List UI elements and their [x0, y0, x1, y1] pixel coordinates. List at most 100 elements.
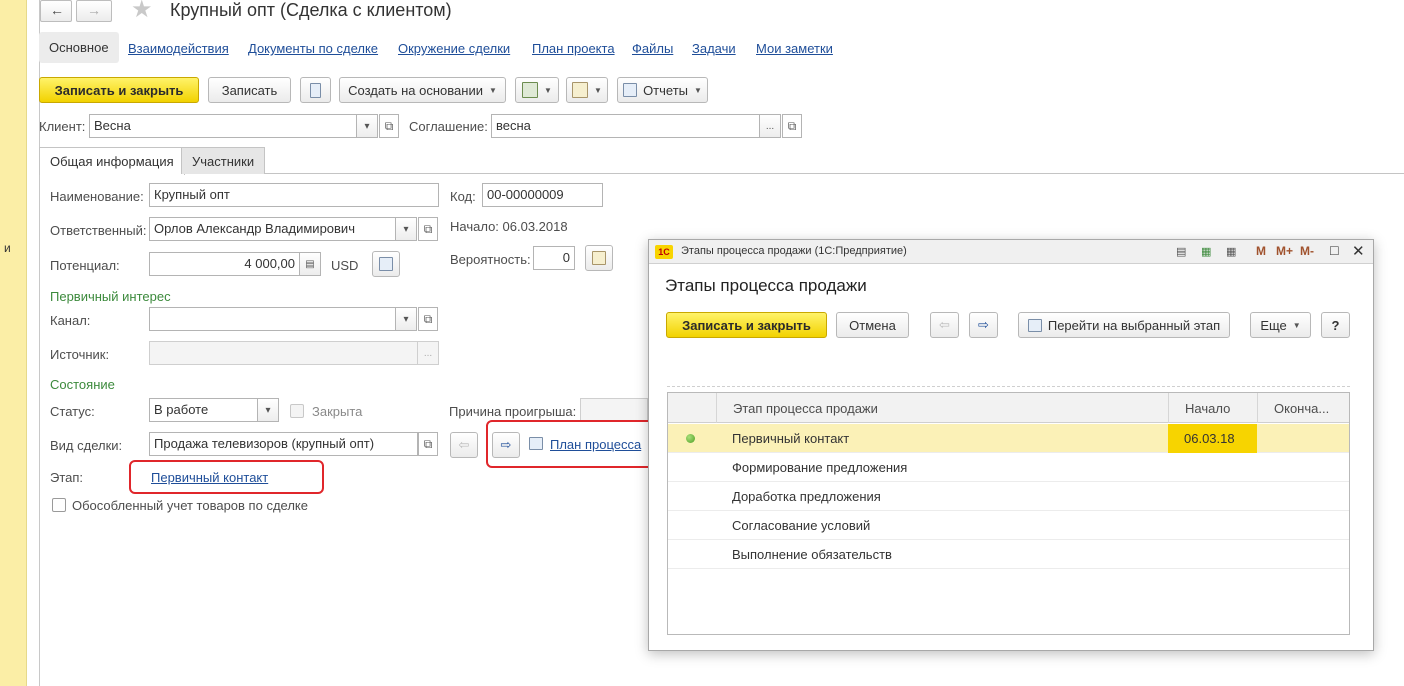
- agreement-open-button[interactable]: ⧉: [782, 114, 802, 138]
- tab-general-info[interactable]: Общая информация: [39, 147, 185, 175]
- memory-minus-icon[interactable]: M-: [1300, 244, 1314, 258]
- previous-stage-button[interactable]: ⇦: [450, 432, 478, 458]
- separate-accounting-checkbox[interactable]: [52, 498, 66, 512]
- channel-field[interactable]: [149, 307, 397, 331]
- table-row[interactable]: Согласование условий: [668, 511, 1349, 540]
- users-icon: [522, 82, 539, 98]
- stage-name: Формирование предложения: [732, 460, 908, 475]
- users-menu-button[interactable]: ▼: [515, 77, 559, 103]
- print-icon[interactable]: ▤: [1176, 245, 1186, 258]
- closed-checkbox[interactable]: [290, 404, 304, 418]
- nav-tab-my-notes[interactable]: Мои заметки: [756, 41, 833, 56]
- nav-tab-tasks[interactable]: Задачи: [692, 41, 736, 56]
- spreadsheet-icon[interactable]: ▦: [1201, 245, 1211, 258]
- dialog-next-button[interactable]: ⇨: [969, 312, 998, 338]
- chevron-down-icon: ▼: [544, 85, 552, 95]
- loss-reason-field[interactable]: [580, 398, 648, 422]
- maximize-icon[interactable]: ☐: [1329, 244, 1340, 258]
- stage-name: Согласование условий: [732, 518, 871, 533]
- help-button[interactable]: ?: [1321, 312, 1350, 338]
- highlight-process-plan: [486, 420, 656, 468]
- responsible-open-button[interactable]: ⧉: [418, 217, 438, 241]
- status-field[interactable]: В работе: [149, 398, 259, 422]
- channel-label: Канал:: [50, 313, 91, 328]
- nav-tab-project-plan[interactable]: План проекта: [532, 41, 615, 56]
- chevron-down-icon: ▼: [694, 85, 702, 95]
- potential-details-button[interactable]: [372, 251, 400, 277]
- document-icon: [310, 82, 321, 98]
- nav-tab-main[interactable]: Основное: [39, 32, 119, 63]
- agreement-select-button[interactable]: ...: [759, 114, 781, 138]
- goto-selected-stage-button[interactable]: Перейти на выбранный этап: [1018, 312, 1230, 338]
- chevron-down-icon: ▾: [265, 404, 271, 416]
- source-select-button[interactable]: ...: [417, 341, 439, 365]
- status-dropdown-button[interactable]: ▾: [257, 398, 279, 422]
- close-icon[interactable]: ✕: [1352, 242, 1365, 260]
- column-header-end[interactable]: Оконча...: [1257, 393, 1349, 423]
- responsible-field[interactable]: Орлов Александр Владимирович: [149, 217, 397, 241]
- channel-open-button[interactable]: ⧉: [418, 307, 438, 331]
- more-label: Еще: [1260, 317, 1287, 333]
- table-row[interactable]: Доработка предложения: [668, 482, 1349, 511]
- nav-tab-deal-environment[interactable]: Окружение сделки: [398, 41, 510, 56]
- column-header-stage[interactable]: Этап процесса продажи: [716, 393, 1168, 423]
- client-open-button[interactable]: ⧉: [379, 114, 399, 138]
- chevron-down-icon: ▼: [1292, 320, 1301, 330]
- table-row[interactable]: Выполнение обязательств: [668, 540, 1349, 569]
- dialog-title: Этапы процесса продажи: [665, 276, 867, 295]
- nav-tab-interactions[interactable]: Взаимодействия: [128, 41, 229, 56]
- arrow-right-icon: ⇨: [978, 317, 989, 332]
- list-icon: [1027, 318, 1042, 332]
- create-based-on-button[interactable]: Создать на основании ▼: [339, 77, 506, 103]
- calendar-icon[interactable]: ▦: [1226, 245, 1236, 258]
- responsible-dropdown-button[interactable]: ▾: [395, 217, 417, 241]
- agreement-label: Соглашение:: [409, 119, 488, 134]
- deal-type-open-button[interactable]: ⧉: [418, 432, 438, 456]
- stages-table[interactable]: Этап процесса продажи Начало Оконча... П…: [667, 392, 1350, 635]
- deal-type-field[interactable]: Продажа телевизоров (крупный опт): [149, 432, 418, 456]
- client-dropdown-button[interactable]: ▾: [356, 114, 378, 138]
- dialog-titlebar: 1С Этапы процесса продажи (1С:Предприяти…: [649, 240, 1373, 264]
- memory-icon[interactable]: M: [1256, 244, 1266, 258]
- reports-button[interactable]: Отчеты ▼: [617, 77, 708, 103]
- state-section: Состояние: [50, 377, 115, 392]
- column-header-start[interactable]: Начало: [1168, 393, 1257, 423]
- code-field[interactable]: 00-00000009: [482, 183, 603, 207]
- table-row[interactable]: Формирование предложения: [668, 453, 1349, 482]
- nav-tab-deal-documents[interactable]: Документы по сделке: [248, 41, 378, 56]
- arrow-left-icon: ←: [50, 2, 64, 18]
- table-header: Этап процесса продажи Начало Оконча...: [668, 393, 1349, 423]
- nav-tab-files[interactable]: Файлы: [632, 41, 673, 56]
- agreement-field[interactable]: весна: [491, 114, 761, 138]
- document-list-button[interactable]: [300, 77, 331, 103]
- save-and-close-button[interactable]: Записать и закрыть: [39, 77, 199, 103]
- tab-participants[interactable]: Участники: [181, 147, 266, 174]
- reports-label: Отчеты: [643, 82, 688, 98]
- dialog-prev-button[interactable]: ⇦: [930, 312, 959, 338]
- loss-reason-label: Причина проигрыша:: [449, 404, 577, 419]
- deal-type-label: Вид сделки:: [50, 438, 123, 453]
- chevron-down-icon: ▾: [364, 120, 370, 132]
- open-window-icon: ⧉: [423, 311, 433, 326]
- memory-plus-icon[interactable]: M+: [1276, 244, 1293, 258]
- forward-button[interactable]: →: [76, 0, 112, 22]
- save-button[interactable]: Записать: [208, 77, 291, 103]
- probability-field[interactable]: 0: [533, 246, 575, 270]
- source-field[interactable]: [149, 341, 418, 365]
- open-window-icon: ⧉: [787, 118, 797, 133]
- probability-details-button[interactable]: [585, 245, 613, 271]
- table-row[interactable]: Первичный контакт 06.03.18: [668, 424, 1349, 453]
- dialog-save-close-button[interactable]: Записать и закрыть: [666, 312, 827, 338]
- sales-stages-dialog: 1С Этапы процесса продажи (1С:Предприяти…: [648, 239, 1374, 651]
- back-button[interactable]: ←: [40, 0, 72, 22]
- name-field[interactable]: Крупный опт: [149, 183, 439, 207]
- print-menu-button[interactable]: ▼: [566, 77, 608, 103]
- dialog-cancel-button[interactable]: Отмена: [836, 312, 909, 338]
- settings-table-icon: [592, 251, 606, 265]
- client-field[interactable]: Весна: [89, 114, 358, 138]
- potential-field[interactable]: 4 000,00: [149, 252, 300, 276]
- channel-dropdown-button[interactable]: ▾: [395, 307, 417, 331]
- more-button[interactable]: Еще ▼: [1250, 312, 1311, 338]
- star-favorite-icon[interactable]: ★: [131, 0, 153, 24]
- calculator-button[interactable]: ▤: [299, 252, 321, 276]
